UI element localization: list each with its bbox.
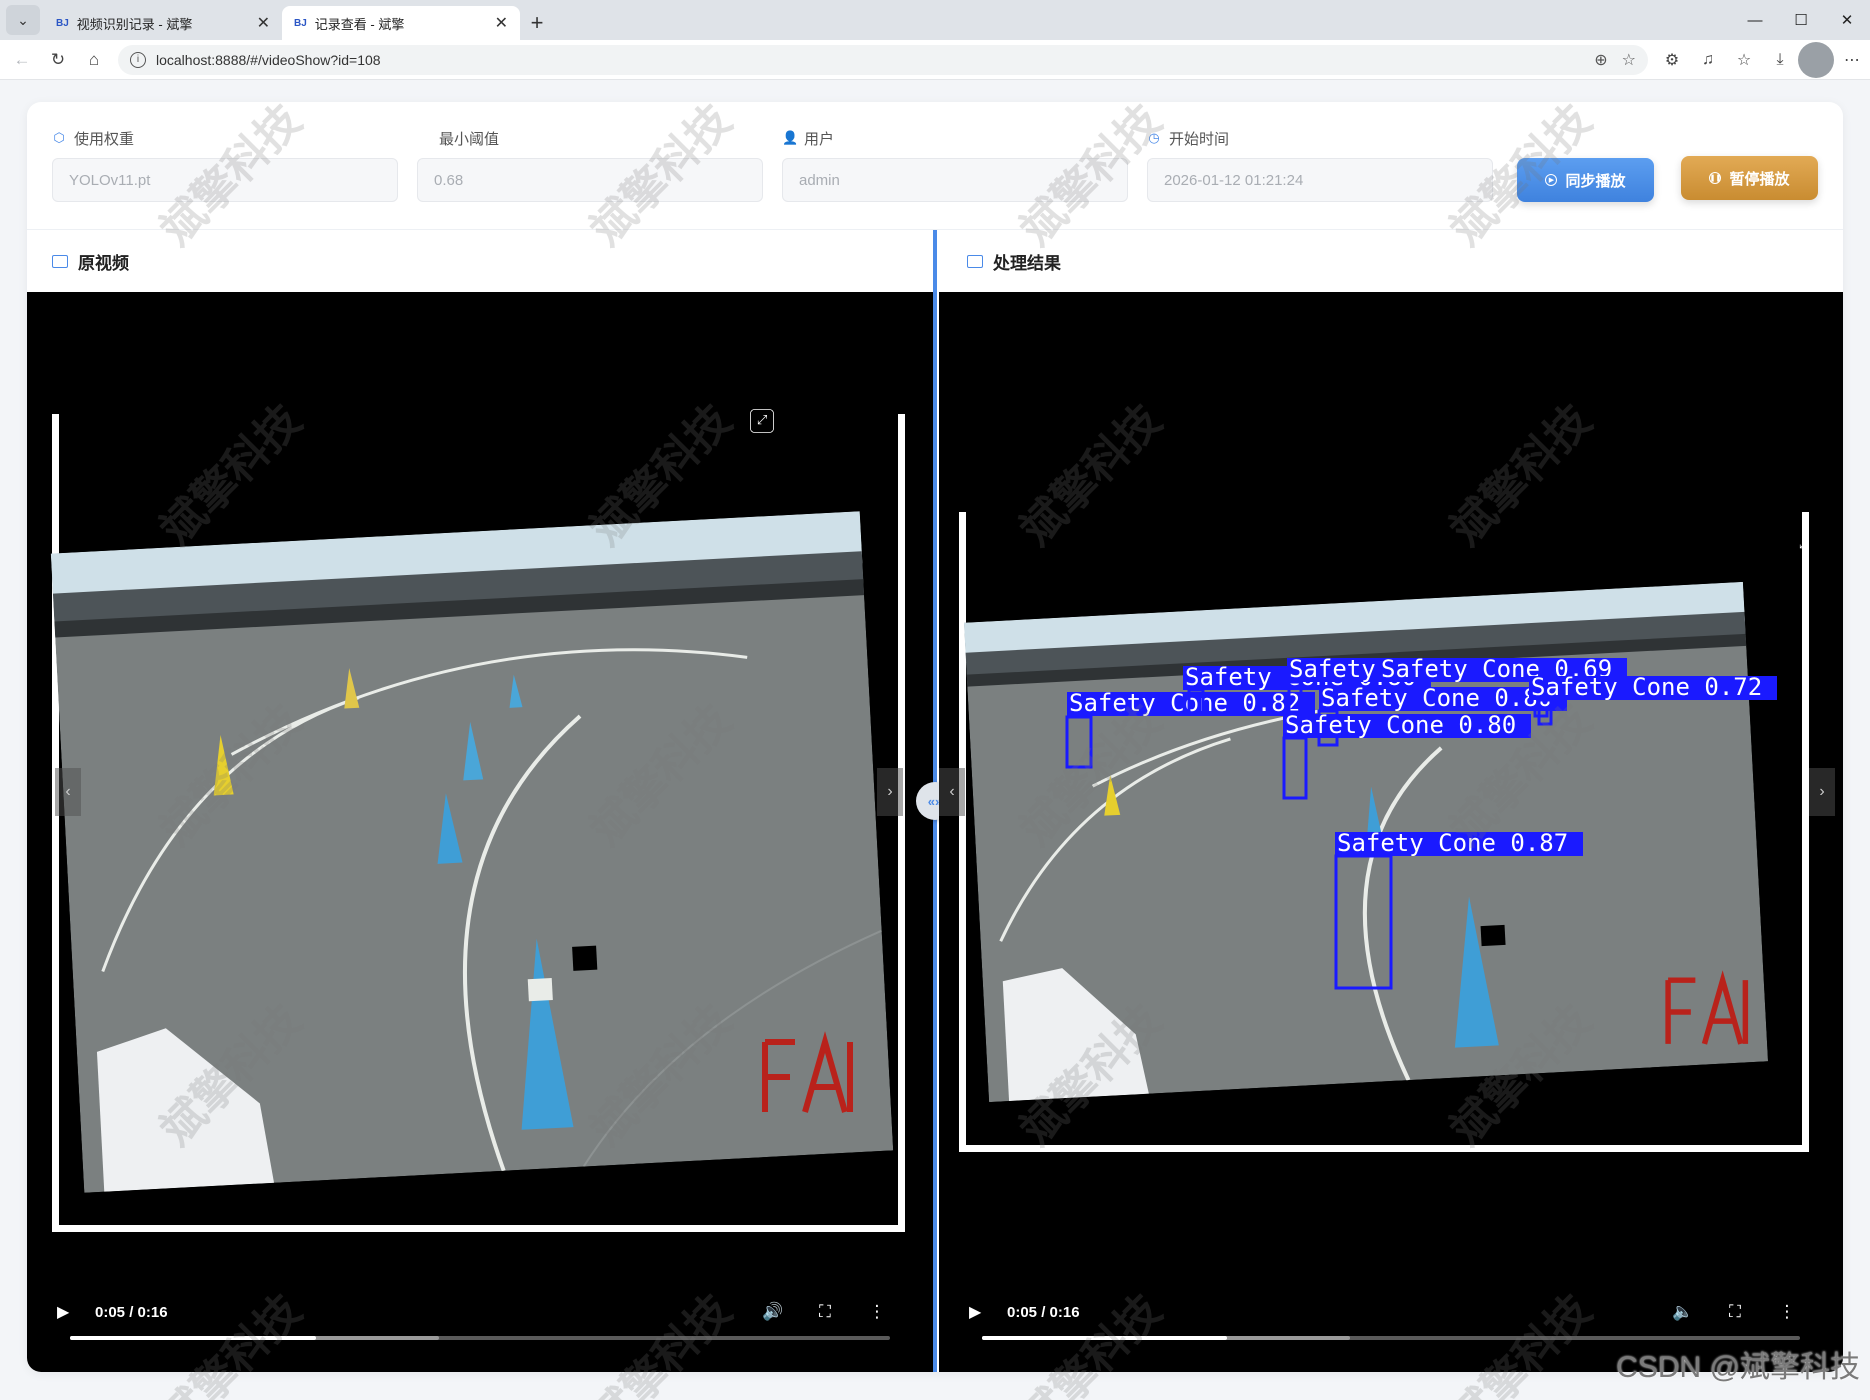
picture-in-picture-icon[interactable]: ⤢ [1792, 533, 1816, 557]
picture-in-picture-icon[interactable]: ⤢ [750, 409, 774, 433]
maximize-icon[interactable]: ☐ [1778, 0, 1824, 40]
extensions-icon[interactable]: ⚙ [1654, 42, 1690, 78]
detection-label: Safety Cone 0.80 [1285, 711, 1516, 739]
user-icon: 👤 [782, 130, 799, 145]
weight-label: 使用权重 [74, 130, 135, 148]
original-video-player[interactable]: ⤢ ‹ › ▶ 0:05 / 0:16 🔊 ⛶ ⋮ [27, 292, 933, 1372]
detection-box [1065, 715, 1093, 769]
prev-frame-arrow-icon[interactable]: ‹ [939, 768, 965, 816]
cube-icon: ⬡ [53, 130, 65, 145]
weight-field: ⬡ 使用权重 [52, 126, 398, 202]
weight-input[interactable] [69, 171, 381, 189]
start-time-field: ◷ 开始时间 [1147, 126, 1493, 202]
threshold-field: 最小阈值 [417, 126, 763, 202]
result-video-header: 处理结果 [967, 230, 1061, 292]
detection-overlay: Safety Cone 0.82Safety Cone 0.80Safety C… [1065, 655, 1777, 990]
original-video-header: 原视频 [52, 230, 129, 292]
sync-play-label: 同步播放 [1565, 172, 1626, 190]
video-camera-icon [52, 254, 68, 268]
play-circle-icon: ▶ [1545, 174, 1558, 186]
prev-frame-arrow-icon[interactable]: ‹ [55, 768, 81, 816]
browser-tab-record-view[interactable]: BJ 记录查看 - 斌擎 ✕ [282, 6, 520, 40]
csdn-watermark: CSDN @斌擎科技 [1616, 1351, 1860, 1384]
next-frame-arrow-icon[interactable]: › [1809, 768, 1835, 816]
fsae-logo-icon [1665, 970, 1749, 1045]
threshold-label: 最小阈值 [439, 130, 500, 148]
favorites-icon[interactable]: ☆ [1726, 42, 1762, 78]
volume-icon[interactable]: 🔊 [747, 1302, 799, 1322]
favicon-icon: BJ [294, 17, 307, 29]
tab-list-chevron-icon[interactable]: ⌄ [6, 5, 40, 35]
video-controls: ▶ 0:05 / 0:16 🔈 ⛶ ⋮ [969, 1292, 1813, 1332]
threshold-input[interactable] [434, 171, 746, 189]
back-arrow-icon[interactable]: ← [4, 42, 40, 78]
sync-play-button[interactable]: ▶ 同步播放 [1517, 158, 1654, 202]
reload-icon[interactable]: ↻ [40, 42, 76, 78]
url-field[interactable]: i localhost:8888/#/videoShow?id=108 ⊕ ☆ [118, 44, 1648, 75]
pause-play-label: 暂停播放 [1729, 170, 1790, 188]
video-played [70, 1336, 316, 1340]
user-field: 👤 用户 [782, 126, 1128, 202]
window-controls: — ☐ ✕ [1732, 0, 1870, 40]
detection-label: Safety Cone 0.72 [1531, 673, 1762, 701]
detection-box [1334, 854, 1393, 990]
video-controls: ▶ 0:05 / 0:16 🔊 ⛶ ⋮ [57, 1292, 903, 1332]
profile-icon[interactable] [1798, 41, 1834, 78]
tab-title: 记录查看 - 斌擎 [314, 16, 405, 32]
new-tab-plus-icon[interactable]: + [520, 6, 554, 40]
video-progress-bar[interactable] [982, 1336, 1800, 1340]
play-icon[interactable]: ▶ [57, 1302, 87, 1322]
user-input[interactable] [799, 171, 1111, 189]
media-icon[interactable]: ♫ [1690, 42, 1726, 78]
downloads-icon[interactable]: ⤓ [1762, 42, 1798, 78]
result-video-player[interactable]: Safety Cone 0.82Safety Cone 0.80Safety C… [939, 292, 1843, 1372]
favorite-star-icon[interactable]: ☆ [1622, 50, 1636, 70]
video-progress-bar[interactable] [70, 1336, 890, 1340]
tab-title: 视频识别记录 - 斌擎 [76, 16, 193, 32]
detection-label: Safety Cone 0.82 [1069, 689, 1300, 717]
video-record-card: ⬡ 使用权重 最小阈值 👤 用户 ◷ 开始时间 ▶ 同步播放 ❚❚ 暂停播放 原视频 [27, 102, 1843, 1372]
clock-icon: ◷ [1148, 130, 1160, 145]
site-info-icon[interactable]: i [130, 51, 146, 68]
fullscreen-icon[interactable]: ⛶ [1709, 1302, 1761, 1322]
play-icon[interactable]: ▶ [969, 1302, 999, 1322]
address-bar-row: ← ↻ ⌂ i localhost:8888/#/videoShow?id=10… [0, 40, 1870, 80]
favicon-icon: BJ [56, 17, 69, 29]
browser-tab-records[interactable]: BJ 视频识别记录 - 斌擎 ✕ [44, 6, 282, 40]
close-tab-icon[interactable]: ✕ [257, 13, 270, 33]
original-video-title: 原视频 [78, 253, 129, 273]
home-icon[interactable]: ⌂ [76, 42, 112, 78]
browser-toolbar: ⚙ ♫ ☆ ⤓ ⋯ [1654, 41, 1870, 78]
start-time-label: 开始时间 [1169, 130, 1230, 148]
result-video-title: 处理结果 [993, 253, 1061, 273]
muted-volume-icon[interactable]: 🔈 [1657, 1302, 1709, 1322]
more-menu-icon[interactable]: ⋯ [1834, 42, 1870, 78]
video-time: 0:05 / 0:16 [95, 1303, 168, 1321]
monitor-icon [967, 254, 983, 268]
zoom-icon[interactable]: ⊕ [1594, 50, 1607, 70]
url-text: localhost:8888/#/videoShow?id=108 [156, 51, 381, 68]
close-tab-icon[interactable]: ✕ [495, 13, 508, 33]
fullscreen-icon[interactable]: ⛶ [799, 1302, 851, 1322]
close-window-icon[interactable]: ✕ [1824, 0, 1870, 40]
fsae-logo-icon [762, 1031, 853, 1113]
start-time-input[interactable] [1164, 171, 1476, 189]
next-frame-arrow-icon[interactable]: › [877, 768, 903, 816]
detection-label: Safety Cone 0.87 [1337, 829, 1568, 857]
more-options-icon[interactable]: ⋮ [851, 1302, 903, 1322]
browser-tab-bar: ⌄ BJ 视频识别记录 - 斌擎 ✕ BJ 记录查看 - 斌擎 ✕ + — ☐ … [0, 0, 1870, 40]
video-played [982, 1336, 1228, 1340]
detection-label: Safety Cone 0.80 [1321, 684, 1552, 712]
pause-play-button[interactable]: ❚❚ 暂停播放 [1681, 156, 1818, 200]
pause-circle-icon: ❚❚ [1709, 172, 1722, 184]
video-time: 0:05 / 0:16 [1007, 1303, 1080, 1321]
record-info-bar: ⬡ 使用权重 最小阈值 👤 用户 ◷ 开始时间 ▶ 同步播放 ❚❚ 暂停播放 [27, 102, 1843, 230]
minimize-icon[interactable]: — [1732, 0, 1778, 40]
user-label: 用户 [804, 130, 835, 148]
more-options-icon[interactable]: ⋮ [1761, 1302, 1813, 1322]
detection-box [1282, 736, 1308, 800]
